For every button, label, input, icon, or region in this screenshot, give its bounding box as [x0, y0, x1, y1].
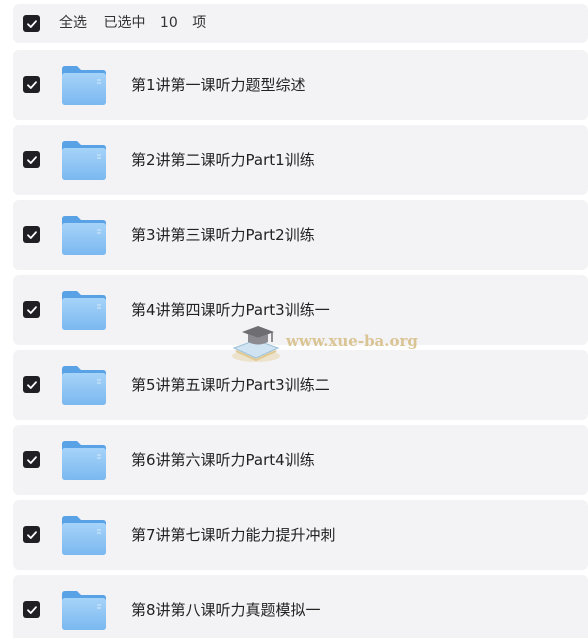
folder-icon [62, 366, 106, 405]
file-row[interactable]: 第4讲第四课听力Part3训练一 [13, 275, 588, 345]
file-checkbox[interactable] [23, 376, 40, 393]
folder-icon [62, 516, 106, 555]
selected-count: 10 [159, 15, 178, 31]
checkmark-icon [26, 155, 37, 164]
file-row[interactable]: 第1讲第一课听力题型综述 [13, 50, 588, 120]
file-row[interactable]: 第5讲第五课听力Part3训练二 [13, 350, 588, 420]
file-checkbox[interactable] [23, 451, 40, 468]
checkmark-icon [26, 605, 37, 614]
folder-icon [62, 216, 106, 255]
file-checkbox[interactable] [23, 301, 40, 318]
checkmark-icon [26, 80, 37, 89]
file-name[interactable]: 第1讲第一课听力题型综述 [131, 50, 306, 120]
file-checkbox[interactable] [23, 76, 40, 93]
file-row[interactable]: 第7讲第七课听力能力提升冲刺 [13, 500, 588, 570]
file-row[interactable]: 第8讲第八课听力真题模拟一 [13, 575, 588, 638]
file-row[interactable]: 第6讲第六课听力Part4训练 [13, 425, 588, 495]
folder-icon [62, 591, 106, 630]
file-name[interactable]: 第4讲第四课听力Part3训练一 [131, 275, 330, 345]
checkmark-icon [26, 455, 37, 464]
file-name[interactable]: 第7讲第七课听力能力提升冲刺 [131, 500, 336, 570]
file-checkbox[interactable] [23, 226, 40, 243]
checkmark-icon [26, 230, 37, 239]
file-name[interactable]: 第8讲第八课听力真题模拟一 [131, 575, 321, 638]
folder-icon [62, 66, 106, 105]
selected-prefix: 已选中 [103, 15, 146, 31]
select-all-label[interactable]: 全选 [59, 4, 87, 43]
select-all-bar: 全选 已选中 10 项 [13, 4, 588, 43]
file-list-page: 全选 已选中 10 项 第1讲第一课听力题型综述 第2讲第二课听力Part1训练… [0, 0, 588, 638]
checkmark-icon [26, 305, 37, 314]
file-name[interactable]: 第2讲第二课听力Part1训练 [131, 125, 315, 195]
file-row[interactable]: 第2讲第二课听力Part1训练 [13, 125, 588, 195]
file-name[interactable]: 第3讲第三课听力Part2训练 [131, 200, 315, 270]
checkmark-icon [26, 530, 37, 539]
file-checkbox[interactable] [23, 601, 40, 618]
folder-icon [62, 291, 106, 330]
file-checkbox[interactable] [23, 151, 40, 168]
selection-summary: 全选 已选中 10 项 [59, 4, 206, 43]
file-row[interactable]: 第3讲第三课听力Part2训练 [13, 200, 588, 270]
select-all-checkbox[interactable] [23, 15, 40, 32]
checkmark-icon [26, 19, 37, 28]
file-checkbox[interactable] [23, 526, 40, 543]
file-name[interactable]: 第6讲第六课听力Part4训练 [131, 425, 315, 495]
checkmark-icon [26, 380, 37, 389]
folder-icon [62, 141, 106, 180]
selected-suffix: 项 [192, 15, 207, 31]
folder-icon [62, 441, 106, 480]
file-name[interactable]: 第5讲第五课听力Part3训练二 [131, 350, 330, 420]
